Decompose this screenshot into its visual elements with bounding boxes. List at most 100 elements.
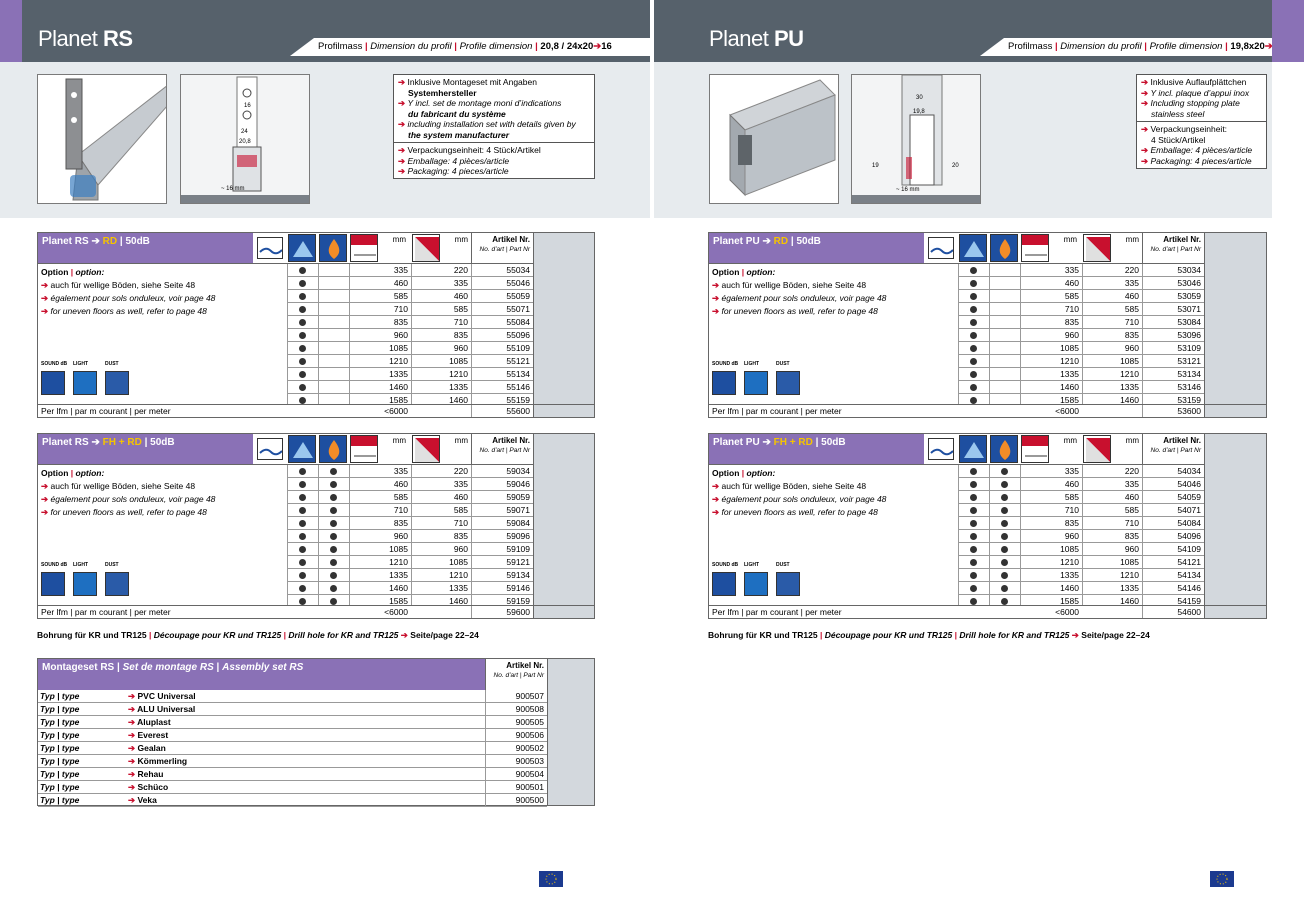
table-row: 960 835 53096 <box>958 329 1204 342</box>
dot-icon <box>299 371 306 378</box>
dot-cell <box>958 491 989 503</box>
dot-cell <box>958 316 989 328</box>
dot-icon <box>330 598 337 605</box>
table-row: 335 220 54034 <box>958 465 1204 478</box>
length-max: 710 <box>349 303 411 315</box>
dot-icon <box>1001 533 1008 540</box>
dot-cell <box>287 543 318 555</box>
length-max: 460 <box>1020 478 1082 490</box>
table-header: Planet PU ➔ FH + RD | 50dB mm mm Artikel Nr… <box>709 434 1266 465</box>
table-body: Option | option: ➔ auch für wellige Böden… <box>38 264 594 417</box>
dot-icon <box>970 533 977 540</box>
per-meter-article: 54600 <box>1142 606 1204 618</box>
dust-icon <box>105 371 129 395</box>
dot-icon <box>299 293 306 300</box>
profile-dimension-bar: Profilmass | Dimension du profil | Profi… <box>980 38 1272 56</box>
article-number: 59034 <box>471 465 533 477</box>
dot-cell <box>989 517 1020 529</box>
article-number: 900506 <box>485 729 547 741</box>
dot-cell <box>318 329 349 341</box>
dot-icon <box>299 397 306 404</box>
option-text: Option | option: ➔ auch für wellige Böden… <box>712 468 887 517</box>
fire-rated-icon <box>319 435 347 463</box>
length-min: 960 <box>411 342 471 354</box>
dust-icon-label: DUST <box>105 361 119 367</box>
table-row: 460 335 59046 <box>287 478 533 491</box>
table-row: 835 710 54084 <box>958 517 1204 530</box>
length-min: 1085 <box>1082 355 1142 367</box>
page-tab <box>0 0 22 62</box>
dot-icon <box>1001 468 1008 475</box>
dot-cell <box>989 264 1020 276</box>
dot-icon <box>970 559 977 566</box>
article-number: 53134 <box>1142 368 1204 380</box>
length-min: 1210 <box>1082 368 1142 380</box>
type-name: ➔ Gealan <box>128 743 166 753</box>
info-line: stainless steel <box>1151 108 1205 119</box>
article-number: 900502 <box>485 742 547 754</box>
dot-cell <box>318 465 349 477</box>
table-title: Planet RS ➔ RD | 50dB <box>38 233 253 263</box>
assembly-set-row: Typ | type ➔ ALU Universal 900508 <box>38 703 547 716</box>
light-icon <box>744 572 768 596</box>
table-row: 1210 1085 54121 <box>958 556 1204 569</box>
article-number: 54096 <box>1142 530 1204 542</box>
dot-cell <box>958 303 989 315</box>
dust-icon-label: DUST <box>105 562 119 568</box>
length-max: 1085 <box>349 543 411 555</box>
dot-cell <box>287 303 318 315</box>
table-row: 1210 1085 55121 <box>287 355 533 368</box>
article-number: 53034 <box>1142 264 1204 276</box>
dot-icon <box>970 345 977 352</box>
dot-icon <box>330 494 337 501</box>
dot-cell <box>989 504 1020 516</box>
eu-flag-icon <box>1210 871 1234 887</box>
length-min: 460 <box>411 290 471 302</box>
article-number: 59084 <box>471 517 533 529</box>
dot-icon <box>1001 585 1008 592</box>
dot-cell <box>287 465 318 477</box>
dot-cell <box>318 342 349 354</box>
dot-cell <box>989 316 1020 328</box>
article-number: 55096 <box>471 329 533 341</box>
floor-wave-icon <box>928 438 954 460</box>
info-line: ➔ Emballage: 4 pièces/article <box>1141 145 1253 155</box>
dot-icon <box>970 358 977 365</box>
length-min: 220 <box>411 465 471 477</box>
dot-cell <box>958 465 989 477</box>
dot-icon <box>970 397 977 404</box>
length-min: 1085 <box>411 556 471 568</box>
table-row: 585 460 53059 <box>958 290 1204 303</box>
light-icon <box>73 371 97 395</box>
per-meter-length: <6000 <box>384 607 408 617</box>
dot-cell <box>989 582 1020 594</box>
light-icon-label: LIGHT <box>73 562 88 568</box>
table-row: 1210 1085 59121 <box>287 556 533 569</box>
table-row: 710 585 53071 <box>958 303 1204 316</box>
info-line: ➔ Verpackungseinheit: 4 Stück/Artikel <box>398 145 541 155</box>
length-min: 585 <box>411 504 471 516</box>
article-number-header: Artikel Nr. No. d’art | Part Nr <box>471 434 533 464</box>
dot-icon <box>299 345 306 352</box>
dot-cell <box>287 517 318 529</box>
article-number-header: Artikel Nr. No. d’art | Part Nr <box>1142 434 1204 464</box>
dust-icon <box>776 572 800 596</box>
type-name: ➔ Schüco <box>128 782 169 792</box>
feature-icons: SOUND dB LIGHT DUST <box>41 562 141 602</box>
length-max: 585 <box>1020 290 1082 302</box>
svg-text:~ 16 mm: ~ 16 mm <box>896 187 920 193</box>
length-max: 1335 <box>349 569 411 581</box>
table-row: 960 835 54096 <box>958 530 1204 543</box>
per-meter-label: Per lfm | par m courant | per meter <box>41 607 171 617</box>
dot-icon <box>970 384 977 391</box>
info-line: Systemhersteller <box>408 87 477 98</box>
dot-cell <box>958 517 989 529</box>
table-row: 335 220 59034 <box>287 465 533 478</box>
dot-icon <box>299 559 306 566</box>
light-icon-label: LIGHT <box>744 361 759 367</box>
length-min: 1335 <box>411 582 471 594</box>
table-row: 1460 1335 59146 <box>287 582 533 595</box>
article-number: 54034 <box>1142 465 1204 477</box>
length-max: 1335 <box>1020 368 1082 380</box>
type-name: ➔ PVC Universal <box>128 691 196 701</box>
